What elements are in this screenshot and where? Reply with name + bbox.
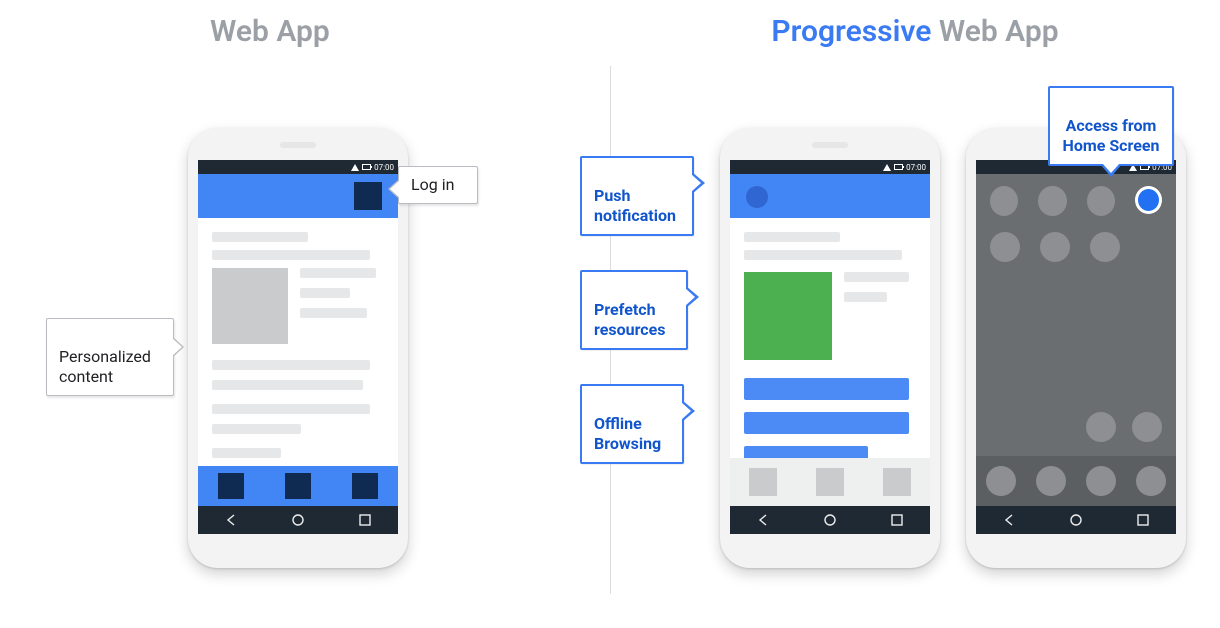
app-icon: [1038, 186, 1066, 216]
dock-app-icon: [1036, 466, 1066, 496]
nav-item-icon: [352, 473, 378, 499]
home-icon: [291, 513, 305, 527]
android-nav-bar: [198, 506, 398, 534]
app-icon: [1090, 232, 1120, 262]
android-nav-bar: [730, 506, 930, 534]
recents-icon: [1136, 513, 1150, 527]
launcher: [976, 174, 1176, 506]
pwa-homescreen-icon: [1135, 186, 1162, 214]
back-icon: [1002, 513, 1016, 527]
status-time: 07:00: [906, 163, 926, 172]
dock-app-icon: [1136, 466, 1166, 496]
pwa-phone-homescreen: 07:00: [966, 128, 1186, 568]
battery-icon: [362, 164, 371, 170]
pwa-title: Progressive Web App: [610, 14, 1220, 49]
pwa-screen: 07:00: [730, 160, 930, 534]
home-icon: [1069, 513, 1083, 527]
bottom-tab-bar: [730, 458, 930, 506]
tab-icon: [883, 468, 911, 496]
callout-text: Prefetch resources: [594, 300, 665, 339]
content-skeleton: [198, 218, 398, 458]
phone-speaker: [280, 142, 316, 148]
recents-icon: [890, 513, 904, 527]
offline-content-block: [744, 378, 909, 400]
callout-text: Push notification: [594, 186, 676, 225]
back-icon: [756, 513, 770, 527]
status-bar: 07:00: [198, 160, 398, 174]
callout-text: Offline Browsing: [594, 414, 661, 453]
app-icon: [1132, 412, 1162, 442]
offline-content-block: [744, 412, 909, 434]
pwa-title-accent: Progressive: [771, 14, 931, 49]
status-bar: 07:00: [730, 160, 930, 174]
login-avatar-icon: [354, 182, 382, 210]
app-icon: [1087, 186, 1115, 216]
callout-login: Log in: [398, 166, 478, 204]
app-bar: [198, 174, 398, 218]
web-app-phone: 07:00: [188, 128, 408, 568]
push-notification-icon: [746, 186, 768, 208]
app-icon: [1086, 412, 1116, 442]
callout-personalized-content: Personalized content: [46, 318, 174, 396]
phone-speaker: [812, 142, 848, 148]
dock-app-icon: [986, 466, 1016, 496]
prefetched-image: [744, 272, 832, 360]
web-app-column: Web App 07:00: [0, 0, 610, 628]
web-app-title: Web App: [210, 14, 330, 49]
bottom-nav: [198, 466, 398, 506]
callout-push-notification: Push notification: [580, 156, 694, 236]
tab-icon: [816, 468, 844, 496]
nav-item-icon: [285, 473, 311, 499]
back-icon: [224, 513, 238, 527]
callout-access-home-screen: Access from Home Screen: [1048, 86, 1174, 166]
callout-text: Access from Home Screen: [1063, 116, 1160, 155]
home-screen: 07:00: [976, 160, 1176, 534]
tab-icon: [749, 468, 777, 496]
signal-icon: [883, 164, 891, 171]
recents-icon: [358, 513, 372, 527]
diagram-root: Web App 07:00: [0, 0, 1220, 628]
callout-prefetch-resources: Prefetch resources: [580, 270, 688, 350]
battery-icon: [894, 164, 903, 170]
nav-item-icon: [218, 473, 244, 499]
status-time: 07:00: [374, 163, 394, 172]
pwa-column: Progressive Web App 07:00: [610, 0, 1220, 628]
pwa-content: [730, 218, 930, 468]
signal-icon: [351, 164, 359, 171]
callout-text: Log in: [411, 175, 454, 194]
dock: [976, 456, 1176, 506]
android-nav-bar: [976, 506, 1176, 534]
image-placeholder: [212, 268, 288, 344]
pwa-phone-app: 07:00: [720, 128, 940, 568]
home-icon: [823, 513, 837, 527]
pwa-title-rest: Web App: [931, 14, 1058, 49]
callout-text: Personalized content: [59, 347, 151, 386]
app-icon: [990, 186, 1018, 216]
callout-offline-browsing: Offline Browsing: [580, 384, 684, 464]
dock-app-icon: [1086, 466, 1116, 496]
web-app-screen: 07:00: [198, 160, 398, 534]
app-icon: [990, 232, 1020, 262]
app-icon: [1040, 232, 1070, 262]
push-notification-bar: [730, 174, 930, 218]
